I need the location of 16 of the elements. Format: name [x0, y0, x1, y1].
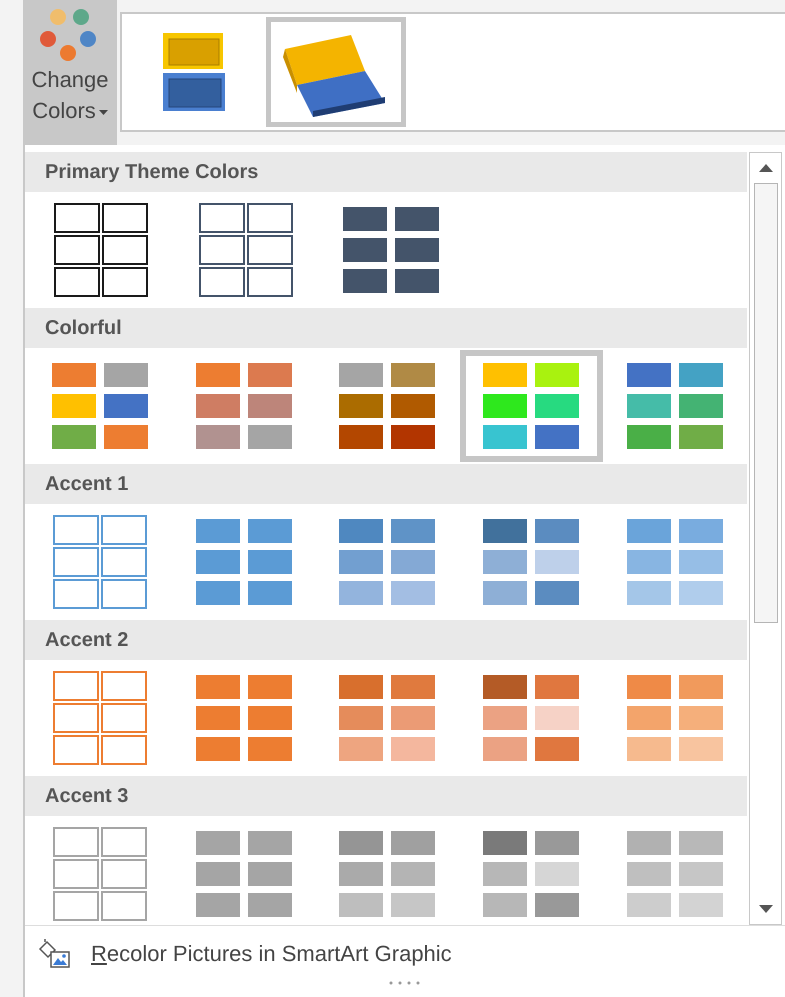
scroll-thumb[interactable] [754, 183, 778, 623]
layout-thumbnail[interactable] [266, 17, 406, 127]
recolor-pictures-item[interactable]: Recolor Pictures in SmartArt Graphic [25, 925, 785, 981]
section-heading: Colorful [45, 316, 122, 340]
scroll-up-icon[interactable] [758, 164, 772, 172]
caret-icon [98, 110, 108, 115]
section-heading: Primary Theme Colors [45, 160, 258, 184]
color-option[interactable] [460, 350, 603, 462]
section-heading: Accent 3 [45, 784, 128, 808]
section-heading: Accent 1 [45, 472, 128, 496]
section-heading: Accent 2 [45, 628, 128, 652]
change-colors-button[interactable]: Change Colors [23, 0, 117, 145]
recolor-picture-icon [37, 938, 71, 968]
scroll-down-icon[interactable] [758, 905, 772, 913]
resize-grip-icon[interactable] [388, 981, 422, 985]
scrollbar[interactable] [749, 152, 782, 925]
